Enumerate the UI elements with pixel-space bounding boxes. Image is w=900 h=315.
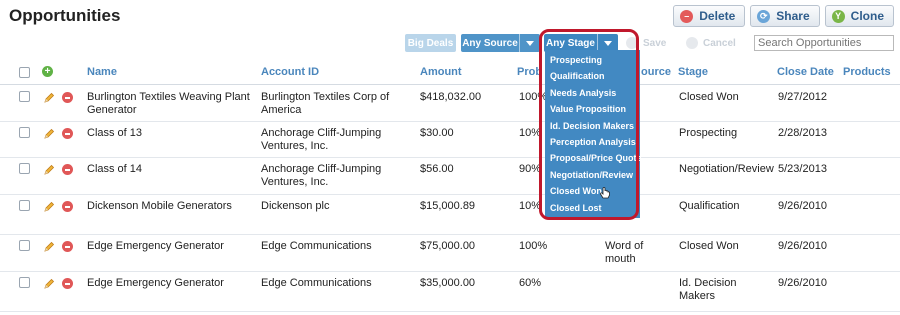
chevron-down-icon	[526, 40, 534, 46]
table-row[interactable]: Class of 14 Anchorage Cliff-Jumping Ventu…	[0, 157, 900, 195]
cell-amount: $418,032.00	[420, 91, 482, 103]
page-title: Opportunities	[9, 6, 121, 25]
edit-pencil-icon[interactable]	[43, 164, 55, 176]
delete-row-icon[interactable]	[62, 241, 73, 252]
record-actions: – Delete ⟳ Share Y Clone	[673, 5, 894, 27]
clone-button[interactable]: Y Clone	[824, 5, 894, 27]
row-checkbox[interactable]	[19, 277, 30, 288]
edit-pencil-icon[interactable]	[43, 241, 55, 253]
highlight-annotation	[539, 29, 639, 220]
table-row[interactable]: Dickenson Mobile Generators Dickenson plc…	[0, 194, 900, 235]
cell-amount: $30.00	[420, 127, 454, 139]
column-header-stage[interactable]: Stage	[678, 66, 708, 78]
clone-button-label: Clone	[850, 9, 884, 23]
cell-stage: Closed Won	[679, 91, 739, 103]
column-header-amount[interactable]: Amount	[420, 66, 462, 78]
source-filter[interactable]: Any Source	[461, 34, 540, 52]
delete-row-icon[interactable]	[62, 92, 73, 103]
source-filter-toggle[interactable]	[519, 34, 540, 52]
cell-stage: Prospecting	[679, 127, 738, 139]
cell-amount: $15,000.89	[420, 200, 476, 212]
column-header-source[interactable]: ource	[641, 66, 671, 78]
cell-name[interactable]: Dickenson Mobile Generators	[87, 200, 255, 213]
column-header-account[interactable]: Account ID	[261, 66, 319, 78]
delete-button-label: Delete	[699, 9, 736, 23]
cell-stage: Negotiation/Review	[679, 163, 774, 175]
big-deals-filter[interactable]: Big Deals	[405, 34, 456, 52]
cell-stage: Closed Won	[679, 240, 739, 252]
cell-source: Word of mouth	[605, 240, 644, 265]
column-header-name[interactable]: Name	[87, 66, 117, 78]
cell-probability: 10%	[519, 200, 542, 212]
cell-close-date: 9/26/2010	[778, 200, 827, 212]
source-filter-label: Any Source	[462, 37, 518, 49]
search-input[interactable]	[754, 35, 894, 51]
share-button-label: Share	[776, 9, 810, 23]
cell-account[interactable]: Edge Communications	[261, 277, 411, 290]
table-row[interactable]: Class of 13 Anchorage Cliff-Jumping Ventu…	[0, 121, 900, 158]
cell-probability: 60%	[519, 277, 542, 289]
cell-stage: Id. Decision Makers	[679, 277, 737, 302]
cell-name[interactable]: Class of 14	[87, 163, 255, 176]
delete-row-icon[interactable]	[62, 164, 73, 175]
delete-button[interactable]: – Delete	[673, 5, 746, 27]
share-icon: ⟳	[757, 9, 771, 23]
add-icon[interactable]: +	[42, 66, 53, 77]
share-button[interactable]: ⟳ Share	[750, 5, 820, 27]
delete-row-icon[interactable]	[62, 278, 73, 289]
cell-close-date: 9/27/2012	[778, 91, 827, 103]
edit-pencil-icon[interactable]	[43, 92, 55, 104]
cell-close-date: 5/23/2013	[778, 163, 827, 175]
cell-account[interactable]: Anchorage Cliff-Jumping Ventures, Inc.	[261, 127, 411, 153]
cell-probability: 100%	[519, 240, 548, 252]
cell-account[interactable]: Burlington Textiles Corp of America	[261, 91, 411, 117]
cell-amount: $35,000.00	[420, 277, 476, 289]
cancel-icon	[686, 37, 698, 49]
select-all-checkbox[interactable]	[19, 67, 30, 78]
cell-close-date: 9/26/2010	[778, 240, 827, 252]
row-checkbox[interactable]	[19, 127, 30, 138]
table-header: + Name Account ID Amount Prob ource Stag…	[0, 60, 900, 85]
cell-probability: 10%	[519, 127, 542, 139]
edit-pencil-icon[interactable]	[43, 128, 55, 140]
cancel-button[interactable]: Cancel	[686, 34, 744, 52]
clone-icon: Y	[831, 9, 845, 23]
edit-pencil-icon[interactable]	[43, 278, 55, 290]
delete-row-icon[interactable]	[62, 128, 73, 139]
cell-close-date: 9/26/2010	[778, 277, 827, 289]
cell-name[interactable]: Burlington Textiles Weaving Plant Genera…	[87, 91, 255, 117]
row-checkbox[interactable]	[19, 163, 30, 174]
column-header-products[interactable]: Products	[843, 66, 891, 78]
cell-account[interactable]: Dickenson plc	[261, 200, 411, 213]
table-row[interactable]: Edge Emergency Generator Edge Communicati…	[0, 234, 900, 272]
row-checkbox[interactable]	[19, 240, 30, 251]
cell-probability: 90%	[519, 163, 542, 175]
cell-name[interactable]: Class of 13	[87, 127, 255, 140]
cell-close-date: 2/28/2013	[778, 127, 827, 139]
cell-account[interactable]: Anchorage Cliff-Jumping Ventures, Inc.	[261, 163, 411, 189]
delete-icon: –	[680, 9, 694, 23]
hand-cursor-icon	[600, 187, 610, 199]
column-header-close-date[interactable]: Close Date	[777, 66, 834, 78]
cell-amount: $56.00	[420, 163, 454, 175]
cell-account[interactable]: Edge Communications	[261, 240, 411, 253]
cell-name[interactable]: Edge Emergency Generator	[87, 277, 255, 290]
edit-pencil-icon[interactable]	[43, 201, 55, 213]
save-button-label: Save	[643, 37, 667, 49]
cell-stage: Qualification	[679, 200, 740, 212]
cancel-button-label: Cancel	[703, 37, 736, 49]
delete-row-icon[interactable]	[62, 201, 73, 212]
table-row[interactable]: Edge Emergency Generator Edge Communicati…	[0, 271, 900, 312]
row-checkbox[interactable]	[19, 200, 30, 211]
cell-name[interactable]: Edge Emergency Generator	[87, 240, 255, 253]
cell-amount: $75,000.00	[420, 240, 476, 252]
row-checkbox[interactable]	[19, 91, 30, 102]
table-row[interactable]: Burlington Textiles Weaving Plant Genera…	[0, 85, 900, 122]
